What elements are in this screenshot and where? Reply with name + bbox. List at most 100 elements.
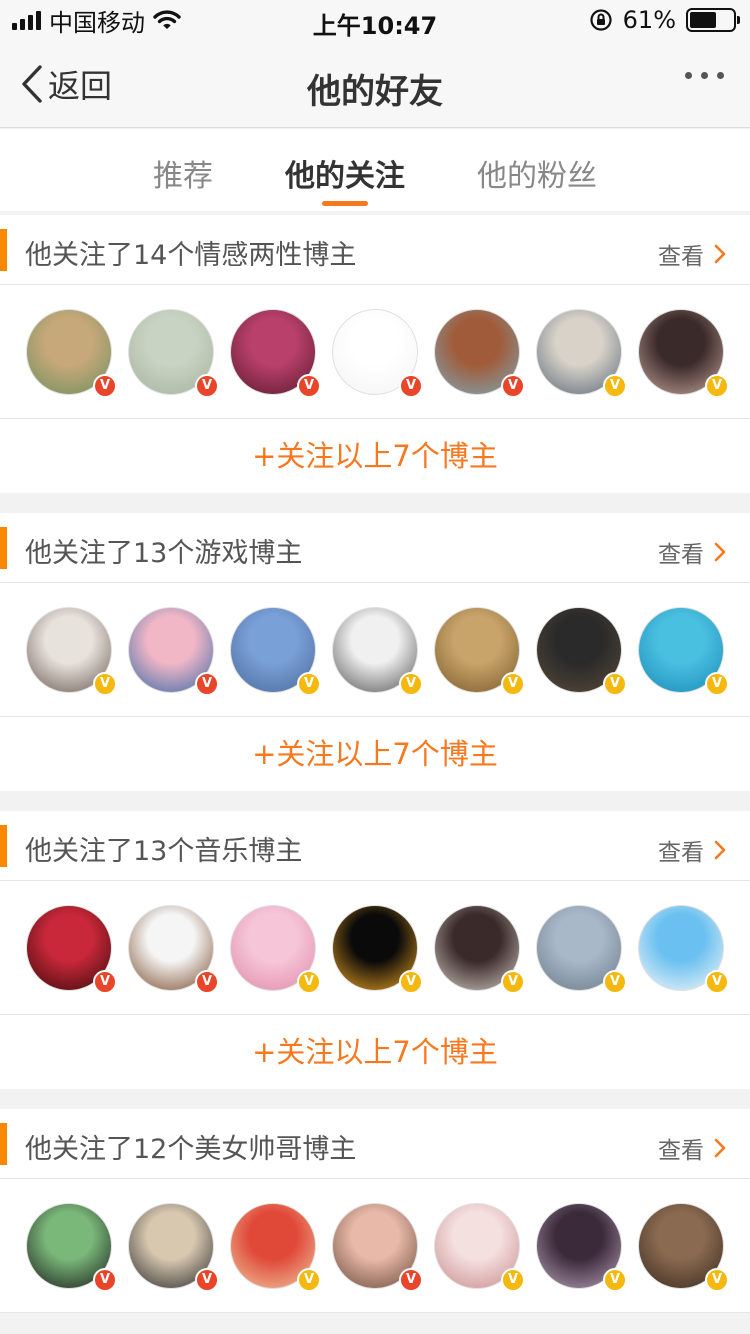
tab-bar: 推荐 他的关注 他的粉丝 xyxy=(0,129,750,211)
verified-badge-icon: V xyxy=(93,1268,117,1292)
follow-all-button[interactable]: +关注以上7个博主 xyxy=(0,1015,750,1089)
section-title: 他关注了13个游戏博主 xyxy=(25,538,303,569)
section-marker xyxy=(0,1123,7,1165)
avatar[interactable]: V xyxy=(434,1203,525,1292)
verified-badge-icon: V xyxy=(705,970,729,994)
section-marker xyxy=(0,825,7,867)
avatar-row: VVVVVVV xyxy=(0,1179,750,1313)
category-section: 他关注了14个情感两性博主 查看 V V V V V V V +关注以上7个博主 xyxy=(0,215,750,493)
avatar[interactable]: V xyxy=(638,607,729,696)
view-label: 查看 xyxy=(658,840,704,866)
avatar[interactable]: V xyxy=(638,905,729,994)
avatar-row: VVVVVVV xyxy=(0,881,750,1015)
avatar[interactable]: V xyxy=(536,905,627,994)
status-bar: 中国移动 上午10:47 61% xyxy=(0,0,750,40)
avatar[interactable]: V xyxy=(332,607,423,696)
verified-badge-icon: V xyxy=(399,374,423,398)
page-title: 他的好友 xyxy=(307,72,443,112)
verified-badge-icon: V xyxy=(603,672,627,696)
tab-fans[interactable]: 他的粉丝 xyxy=(477,151,597,195)
more-dot-icon xyxy=(701,72,708,79)
avatar[interactable]: V xyxy=(332,309,423,398)
follow-all-button[interactable]: +关注以上7个博主 xyxy=(0,419,750,493)
avatar[interactable]: V xyxy=(230,905,321,994)
verified-badge-icon: V xyxy=(501,1268,525,1292)
avatar[interactable]: V xyxy=(26,309,117,398)
avatar[interactable]: V xyxy=(128,905,219,994)
section-title: 他关注了12个美女帅哥博主 xyxy=(25,1134,357,1165)
tab-active-indicator xyxy=(322,201,368,206)
verified-badge-icon: V xyxy=(297,672,321,696)
follow-all-button[interactable]: +关注以上7个博主 xyxy=(0,717,750,791)
verified-badge-icon: V xyxy=(603,970,627,994)
verified-badge-icon: V xyxy=(705,1268,729,1292)
verified-badge-icon: V xyxy=(501,374,525,398)
avatar[interactable]: V xyxy=(434,905,525,994)
view-link[interactable]: 查看 xyxy=(658,535,726,569)
view-label: 查看 xyxy=(658,1138,704,1164)
category-section: 他关注了12个美女帅哥博主 查看 V V V V V V V xyxy=(0,1109,750,1313)
view-label: 查看 xyxy=(658,244,704,270)
tab-recommend[interactable]: 推荐 xyxy=(153,151,213,195)
avatar[interactable]: V xyxy=(26,607,117,696)
verified-badge-icon: V xyxy=(297,374,321,398)
verified-badge-icon: V xyxy=(93,672,117,696)
more-dot-icon xyxy=(685,72,692,79)
section-title: 他关注了13个音乐博主 xyxy=(25,836,303,867)
section-header: 他关注了13个游戏博主 查看 xyxy=(0,513,750,583)
verified-badge-icon: V xyxy=(297,970,321,994)
verified-badge-icon: V xyxy=(195,1268,219,1292)
status-right: 61% xyxy=(589,6,740,34)
verified-badge-icon: V xyxy=(501,970,525,994)
avatar-row: VVVVVVV xyxy=(0,285,750,419)
avatar[interactable]: V xyxy=(230,309,321,398)
battery-icon xyxy=(686,8,740,32)
more-button[interactable] xyxy=(685,72,724,79)
tab-following[interactable]: 他的关注 xyxy=(285,151,405,195)
verified-badge-icon: V xyxy=(93,970,117,994)
avatar[interactable]: V xyxy=(536,1203,627,1292)
battery-percent: 61% xyxy=(622,6,676,34)
avatar[interactable]: V xyxy=(434,607,525,696)
verified-badge-icon: V xyxy=(603,374,627,398)
verified-badge-icon: V xyxy=(195,672,219,696)
chevron-right-icon xyxy=(714,542,726,562)
avatar[interactable]: V xyxy=(26,1203,117,1292)
avatar[interactable]: V xyxy=(230,1203,321,1292)
verified-badge-icon: V xyxy=(399,672,423,696)
section-marker xyxy=(0,229,7,271)
rotation-lock-icon xyxy=(590,9,612,31)
avatar[interactable]: V xyxy=(536,309,627,398)
section-header: 他关注了13个音乐博主 查看 xyxy=(0,811,750,881)
verified-badge-icon: V xyxy=(501,672,525,696)
avatar[interactable]: V xyxy=(536,607,627,696)
nav-bar: 返回 他的好友 xyxy=(0,40,750,128)
verified-badge-icon: V xyxy=(297,1268,321,1292)
avatar[interactable]: V xyxy=(128,1203,219,1292)
section-title: 他关注了14个情感两性博主 xyxy=(25,240,357,271)
avatar[interactable]: V xyxy=(230,607,321,696)
avatar[interactable]: V xyxy=(332,905,423,994)
avatar[interactable]: V xyxy=(332,1203,423,1292)
verified-badge-icon: V xyxy=(93,374,117,398)
avatar[interactable]: V xyxy=(638,1203,729,1292)
view-link[interactable]: 查看 xyxy=(658,1131,726,1165)
verified-badge-icon: V xyxy=(603,1268,627,1292)
avatar[interactable]: V xyxy=(128,607,219,696)
section-header: 他关注了14个情感两性博主 查看 xyxy=(0,215,750,285)
verified-badge-icon: V xyxy=(399,970,423,994)
avatar[interactable]: V xyxy=(434,309,525,398)
verified-badge-icon: V xyxy=(399,1268,423,1292)
avatar-row: VVVVVVV xyxy=(0,583,750,717)
verified-badge-icon: V xyxy=(195,970,219,994)
avatar[interactable]: V xyxy=(128,309,219,398)
verified-badge-icon: V xyxy=(705,672,729,696)
avatar[interactable]: V xyxy=(26,905,117,994)
chevron-right-icon xyxy=(714,244,726,264)
avatar[interactable]: V xyxy=(638,309,729,398)
section-marker xyxy=(0,527,7,569)
section-header: 他关注了12个美女帅哥博主 查看 xyxy=(0,1109,750,1179)
category-section: 他关注了13个游戏博主 查看 V V V V V V V +关注以上7个博主 xyxy=(0,513,750,791)
view-link[interactable]: 查看 xyxy=(658,833,726,867)
view-link[interactable]: 查看 xyxy=(658,237,726,271)
